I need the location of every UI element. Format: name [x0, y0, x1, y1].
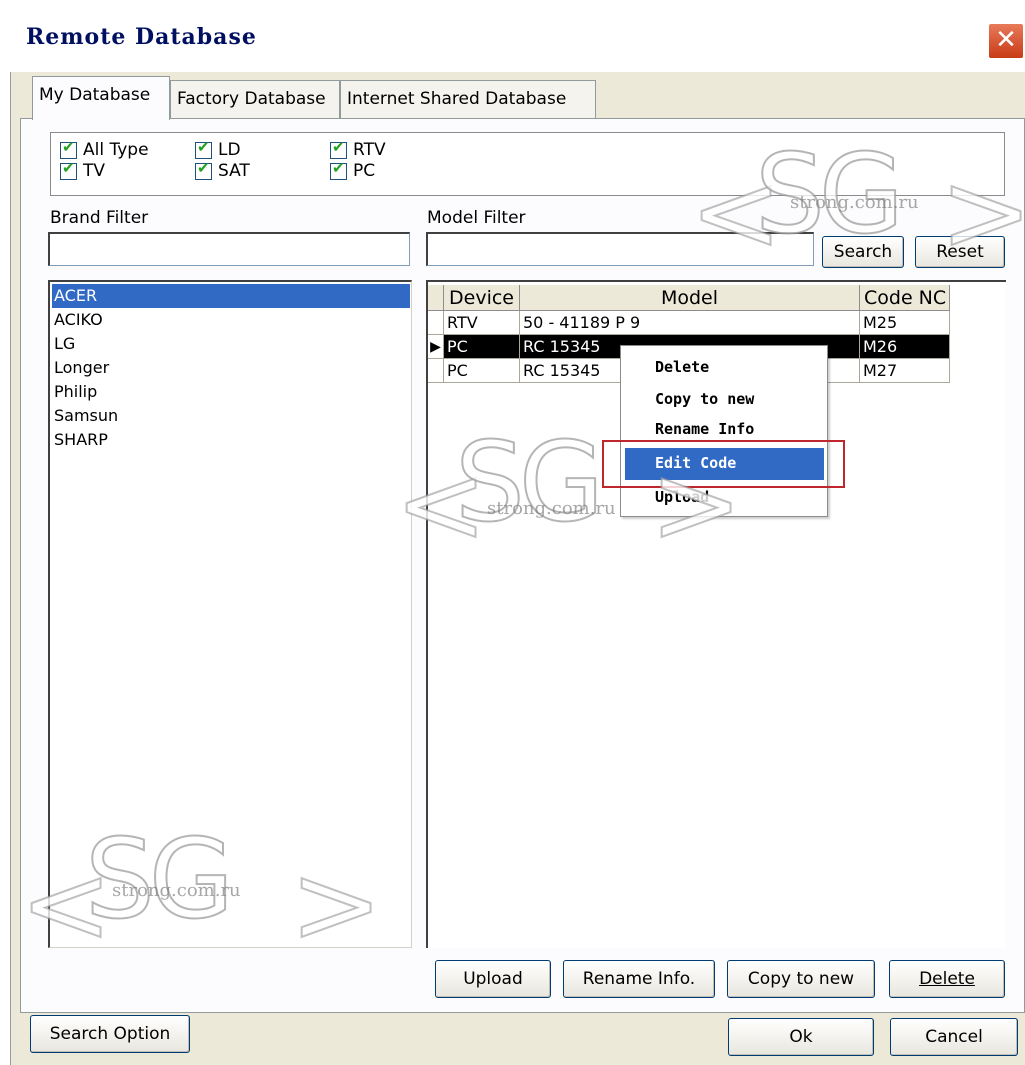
- checkbox-icon: [60, 159, 77, 180]
- checkbox-tv[interactable]: TV: [60, 159, 106, 181]
- brand-item-samsun[interactable]: Samsun: [52, 404, 410, 428]
- table-cell-code[interactable]: M27: [860, 359, 950, 383]
- checkbox-icon: [330, 159, 347, 180]
- table-cell-code[interactable]: M26: [860, 335, 950, 359]
- search-option-button[interactable]: Search Option: [30, 1015, 190, 1053]
- watermark-bracket-right: >: [289, 839, 383, 969]
- checkbox-pc[interactable]: PC: [330, 159, 376, 181]
- column-header-model[interactable]: Model: [520, 285, 860, 311]
- brand-item-longer[interactable]: Longer: [52, 356, 410, 380]
- tab-my-database[interactable]: My Database: [32, 76, 170, 120]
- model-filter-label: Model Filter: [427, 208, 526, 228]
- watermark-text: strong.com.ru: [487, 498, 616, 519]
- watermark-text: strong.com.ru: [790, 192, 919, 213]
- close-icon[interactable]: ✕: [987, 22, 1025, 60]
- column-header-device[interactable]: Device: [444, 285, 520, 311]
- checkbox-icon: [195, 159, 212, 180]
- brand-item-acer[interactable]: ACER: [52, 284, 410, 308]
- checkbox-rtv[interactable]: RTV: [330, 138, 386, 160]
- row-selector-arrow-icon[interactable]: ▶: [428, 335, 444, 359]
- checkbox-sat[interactable]: SAT: [195, 159, 250, 181]
- tab-internet-shared-database[interactable]: Internet Shared Database: [340, 80, 596, 118]
- brand-item-lg[interactable]: LG: [52, 332, 410, 356]
- checkbox-all-type[interactable]: All Type: [60, 138, 149, 160]
- brand-filter-label: Brand Filter: [50, 208, 149, 228]
- upload-button[interactable]: Upload: [435, 960, 551, 998]
- table-cell-device[interactable]: PC: [444, 359, 520, 383]
- checkbox-ld[interactable]: LD: [195, 138, 241, 160]
- column-header-code[interactable]: Code NC: [860, 285, 950, 311]
- table-cell-device[interactable]: RTV: [444, 311, 520, 335]
- cancel-button[interactable]: Cancel: [890, 1018, 1018, 1056]
- checkbox-icon: [195, 138, 212, 159]
- table-cell-device[interactable]: PC: [444, 335, 520, 359]
- table-cell-code[interactable]: M25: [860, 311, 950, 335]
- rename-info-button[interactable]: Rename Info.: [563, 960, 715, 998]
- watermark-text: strong.com.ru: [112, 880, 241, 901]
- brand-item-aciko[interactable]: ACIKO: [52, 308, 410, 332]
- row-header-corner: [428, 285, 444, 311]
- checkbox-label: LD: [218, 140, 241, 160]
- window-title: Remote Database: [26, 24, 257, 50]
- ok-button[interactable]: Ok: [728, 1018, 874, 1056]
- watermark-logo: SG: [84, 814, 235, 944]
- context-menu-delete[interactable]: Delete: [655, 358, 709, 376]
- context-menu-rename-info[interactable]: Rename Info: [655, 420, 754, 438]
- delete-button[interactable]: Delete: [889, 960, 1005, 998]
- watermark-bracket-right: >: [649, 439, 743, 569]
- checkbox-label: TV: [83, 161, 106, 181]
- checkbox-label: PC: [353, 161, 376, 181]
- checkbox-icon: [60, 138, 77, 159]
- brand-filter-input[interactable]: [48, 232, 410, 266]
- checkbox-icon: [330, 138, 347, 159]
- brand-item-philip[interactable]: Philip: [52, 380, 410, 404]
- brand-item-sharp[interactable]: SHARP: [52, 428, 410, 452]
- tab-factory-database[interactable]: Factory Database: [170, 80, 340, 118]
- row-selector[interactable]: [428, 359, 444, 383]
- checkbox-label: SAT: [218, 161, 250, 181]
- checkbox-label: All Type: [83, 140, 149, 160]
- copy-to-new-button[interactable]: Copy to new: [727, 960, 875, 998]
- checkbox-label: RTV: [353, 140, 386, 160]
- watermark-bracket-right: >: [939, 147, 1025, 277]
- watermark-logo: SG: [454, 417, 605, 547]
- row-selector[interactable]: [428, 311, 444, 335]
- context-menu-copy-to-new[interactable]: Copy to new: [655, 390, 754, 408]
- table-cell-model[interactable]: 50 - 41189 P 9: [520, 311, 860, 335]
